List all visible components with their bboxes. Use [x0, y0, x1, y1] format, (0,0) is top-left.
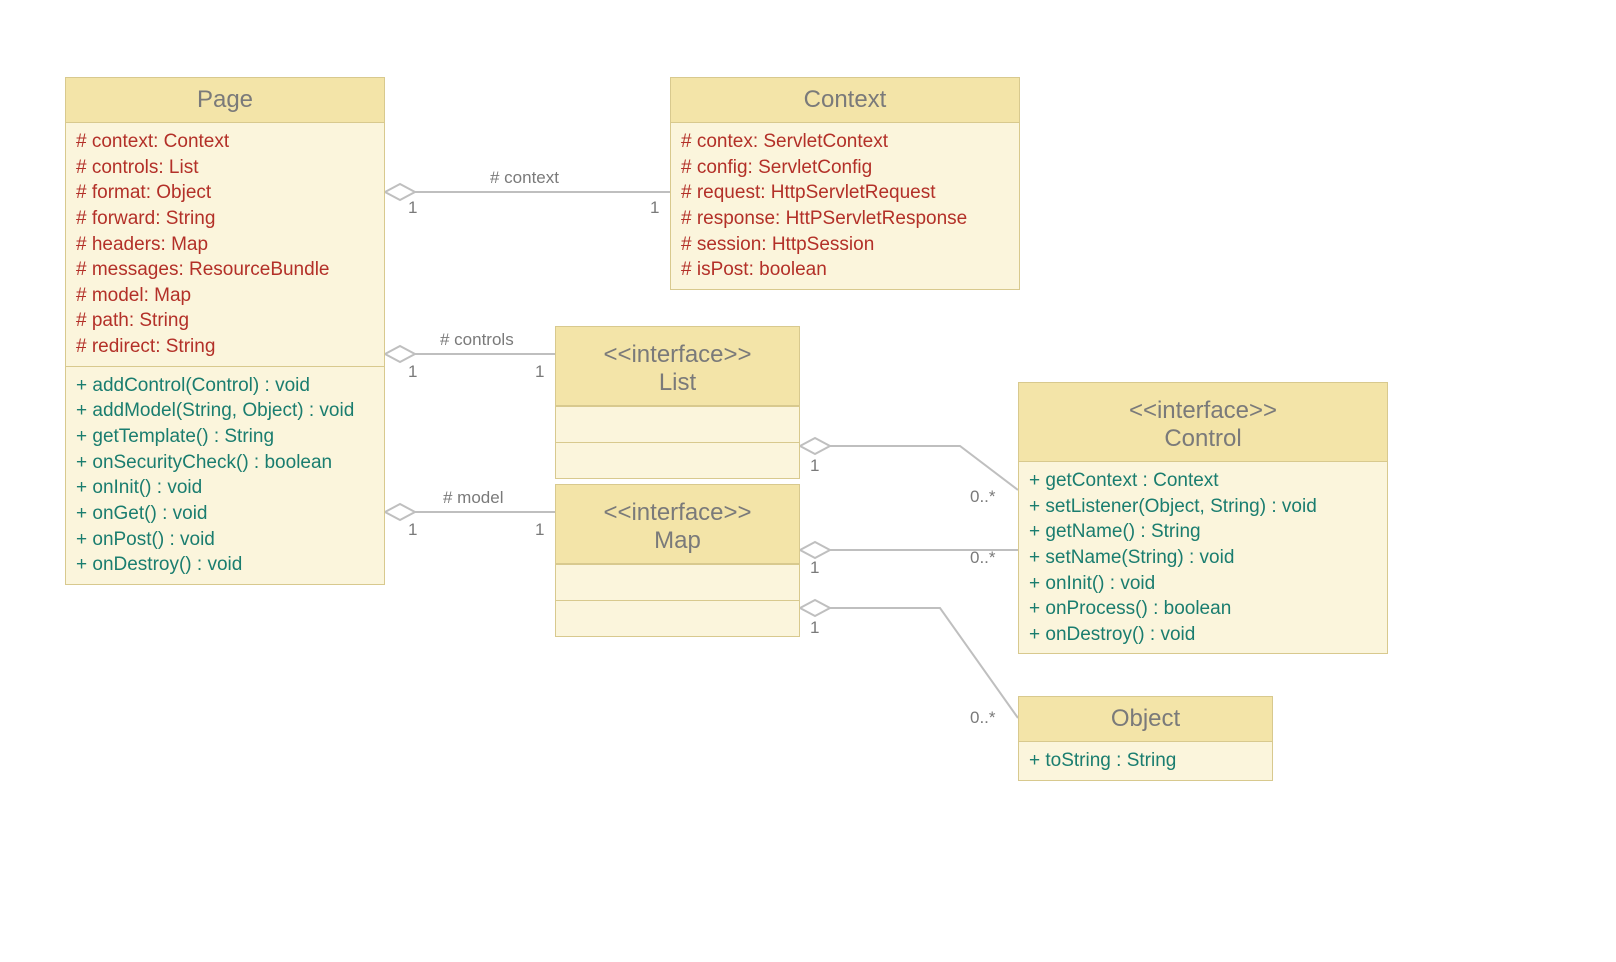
- method: + setListener(Object, String) : void: [1029, 494, 1377, 520]
- attr: # controls: List: [76, 155, 374, 181]
- edge-mult: 1: [408, 198, 417, 218]
- attr: # contex: ServletContext: [681, 129, 1009, 155]
- attr: # headers: Map: [76, 232, 374, 258]
- class-list-empty2: [556, 442, 799, 478]
- class-page-attributes: # context: Context # controls: List # fo…: [66, 123, 384, 366]
- method: + addControl(Control) : void: [76, 373, 374, 399]
- edge-label-model-role: # model: [443, 488, 503, 508]
- class-map-empty2: [556, 600, 799, 636]
- method: + onGet() : void: [76, 501, 374, 527]
- edge-mult: 1: [408, 520, 417, 540]
- class-map: <<interface>> Map: [555, 484, 800, 637]
- class-page-methods: + addControl(Control) : void + addModel(…: [66, 366, 384, 584]
- method: + onDestroy() : void: [76, 552, 374, 578]
- class-map-empty: [556, 564, 799, 600]
- attr: # context: Context: [76, 129, 374, 155]
- edge-mult: 0..*: [970, 548, 996, 568]
- class-object-methods: + toString : String: [1019, 742, 1272, 780]
- class-control-methods: + getContext : Context + setListener(Obj…: [1019, 462, 1387, 653]
- stereotype-label: <<interface>>: [556, 335, 799, 369]
- edge-mult: 0..*: [970, 708, 996, 728]
- edge-mult: 1: [810, 456, 819, 476]
- stereotype-label: <<interface>>: [556, 493, 799, 527]
- attr: # redirect: String: [76, 334, 374, 360]
- edge-mult: 1: [650, 198, 659, 218]
- method: + getTemplate() : String: [76, 424, 374, 450]
- edge-mult: 1: [810, 618, 819, 638]
- stereotype-label: <<interface>>: [1019, 391, 1387, 425]
- attr: # config: ServletConfig: [681, 155, 1009, 181]
- method: + toString : String: [1029, 748, 1262, 774]
- edge-label-controls-role: # controls: [440, 330, 514, 350]
- class-list-empty: [556, 406, 799, 442]
- class-page-title: Page: [66, 78, 384, 123]
- class-list: <<interface>> List: [555, 326, 800, 479]
- method: + onSecurityCheck() : boolean: [76, 450, 374, 476]
- attr: # messages: ResourceBundle: [76, 257, 374, 283]
- edge-mult: 0..*: [970, 487, 996, 507]
- class-context-attributes: # contex: ServletContext # config: Servl…: [671, 123, 1019, 289]
- class-control: <<interface>> Control + getContext : Con…: [1018, 382, 1388, 654]
- class-map-name: Map: [654, 527, 701, 554]
- method: + getContext : Context: [1029, 468, 1377, 494]
- method: + onDestroy() : void: [1029, 622, 1377, 648]
- method: + onInit() : void: [1029, 571, 1377, 597]
- edge-mult: 1: [535, 520, 544, 540]
- class-list-name: List: [659, 369, 696, 396]
- method: + onPost() : void: [76, 527, 374, 553]
- edge-label-context-role: # context: [490, 168, 559, 188]
- class-map-title: <<interface>> Map: [556, 485, 799, 564]
- attr: # path: String: [76, 308, 374, 334]
- class-list-title: <<interface>> List: [556, 327, 799, 406]
- method: + setName(String) : void: [1029, 545, 1377, 571]
- class-context-title: Context: [671, 78, 1019, 123]
- attr: # forward: String: [76, 206, 374, 232]
- method: + getName() : String: [1029, 519, 1377, 545]
- attr: # model: Map: [76, 283, 374, 309]
- attr: # session: HttpSession: [681, 232, 1009, 258]
- attr: # request: HttpServletRequest: [681, 180, 1009, 206]
- class-page: Page # context: Context # controls: List…: [65, 77, 385, 585]
- class-context: Context # contex: ServletContext # confi…: [670, 77, 1020, 290]
- class-control-title: <<interface>> Control: [1019, 383, 1387, 462]
- class-object-title: Object: [1019, 697, 1272, 742]
- class-control-name: Control: [1164, 425, 1241, 452]
- edge-mult: 1: [810, 558, 819, 578]
- class-object: Object + toString : String: [1018, 696, 1273, 781]
- attr: # response: HttPServletResponse: [681, 206, 1009, 232]
- edge-mult: 1: [535, 362, 544, 382]
- method: + addModel(String, Object) : void: [76, 398, 374, 424]
- method: + onProcess() : boolean: [1029, 596, 1377, 622]
- edge-mult: 1: [408, 362, 417, 382]
- attr: # isPost: boolean: [681, 257, 1009, 283]
- method: + onInit() : void: [76, 475, 374, 501]
- attr: # format: Object: [76, 180, 374, 206]
